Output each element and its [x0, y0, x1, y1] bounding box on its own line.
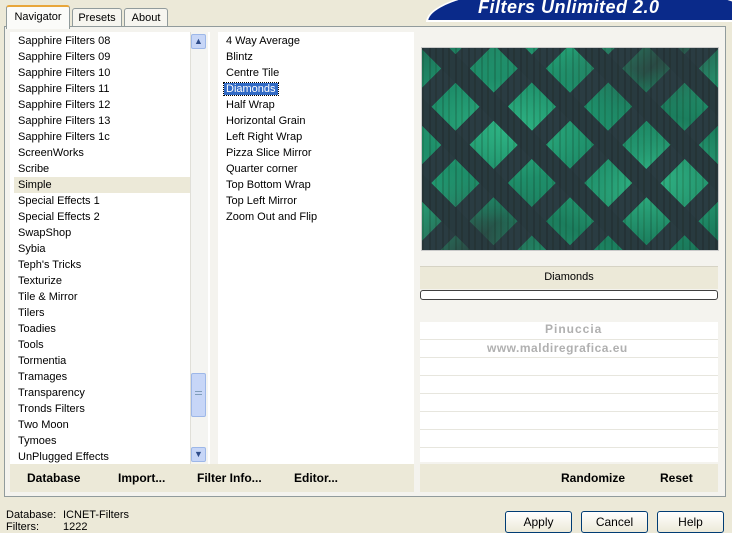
category-item[interactable]: Tormentia [14, 353, 192, 369]
tab-presets[interactable]: Presets [72, 8, 122, 27]
category-item[interactable]: UnPlugged Effects [14, 449, 192, 464]
filter-item[interactable]: Pizza Slice Mirror [222, 145, 414, 161]
category-item[interactable]: Sybia [14, 241, 192, 257]
progress-bar [420, 290, 718, 300]
database-status-value: ICNET-Filters [63, 509, 129, 521]
category-item[interactable]: Special Effects 2 [14, 209, 192, 225]
filter-item-label: Top Bottom Wrap [226, 179, 311, 191]
preview-image [421, 47, 719, 251]
category-item[interactable]: Simple [14, 177, 192, 193]
filter-item[interactable]: Horizontal Grain [222, 113, 414, 129]
scrollbar-thumb[interactable] [191, 373, 206, 417]
randomize-button[interactable]: Randomize [561, 471, 625, 485]
tab-navigator[interactable]: Navigator [6, 5, 70, 29]
category-item[interactable]: SwapShop [14, 225, 192, 241]
filter-item-label: Blintz [226, 51, 253, 63]
filter-item-label: Left Right Wrap [226, 131, 303, 143]
category-item[interactable]: Transparency [14, 385, 192, 401]
cancel-button[interactable]: Cancel [581, 511, 648, 533]
database-status-label: Database: [6, 509, 57, 521]
filter-item[interactable]: Quarter corner [222, 161, 414, 177]
chevron-up-icon[interactable]: ▲ [191, 34, 206, 49]
filter-list[interactable]: 4 Way Average Blintz Centre Tile Diamonds Ha… [218, 32, 414, 464]
category-item[interactable]: Two Moon [14, 417, 192, 433]
apply-button[interactable]: Apply [505, 511, 572, 533]
category-item[interactable]: Sapphire Filters 10 [14, 65, 192, 81]
reset-button[interactable]: Reset [660, 471, 693, 485]
category-item[interactable]: Tronds Filters [14, 401, 192, 417]
filter-item-label: Top Left Mirror [226, 195, 297, 207]
filter-item-label: Horizontal Grain [226, 115, 306, 127]
filter-item-label: Pizza Slice Mirror [226, 147, 312, 159]
filter-info-button[interactable]: Filter Info... [197, 471, 262, 485]
import-button[interactable]: Import... [118, 471, 165, 485]
filter-item-label: Diamonds [223, 82, 279, 96]
category-item[interactable]: Sapphire Filters 11 [14, 81, 192, 97]
grip-icon [195, 391, 202, 395]
filter-item[interactable]: Blintz [222, 49, 414, 65]
filter-name-label: Diamonds [544, 271, 594, 283]
filter-item-label: Quarter corner [226, 163, 298, 175]
filter-item[interactable]: Top Left Mirror [222, 193, 414, 209]
filter-item-label: Zoom Out and Flip [226, 211, 318, 223]
chevron-down-icon[interactable]: ▼ [191, 447, 206, 462]
editor-button[interactable]: Editor... [294, 471, 338, 485]
filter-item[interactable]: Left Right Wrap [222, 129, 414, 145]
filter-item[interactable]: Diamonds [222, 81, 414, 97]
category-item[interactable]: Sapphire Filters 13 [14, 113, 192, 129]
filter-item-label: Centre Tile [226, 67, 280, 79]
category-item[interactable]: Sapphire Filters 12 [14, 97, 192, 113]
category-item[interactable]: Tymoes [14, 433, 192, 449]
category-item[interactable]: Teph's Tricks [14, 257, 192, 273]
category-item[interactable]: Tile & Mirror [14, 289, 192, 305]
category-item[interactable]: Toadies [14, 321, 192, 337]
filter-item-label: Half Wrap [226, 99, 275, 111]
category-item[interactable]: ScreenWorks [14, 145, 192, 161]
database-button[interactable]: Database [27, 471, 80, 485]
filter-item[interactable]: Half Wrap [222, 97, 414, 113]
category-item[interactable]: Sapphire Filters 1c [14, 129, 192, 145]
category-item[interactable]: Tools [14, 337, 192, 353]
category-item[interactable]: Scribe [14, 161, 192, 177]
tab-about[interactable]: About [124, 8, 168, 27]
watermark-line2: www.maldiregrafica.eu [487, 341, 628, 355]
filters-count-label: Filters: [6, 521, 39, 533]
filter-item[interactable]: Zoom Out and Flip [222, 209, 414, 225]
category-item[interactable]: Tramages [14, 369, 192, 385]
watermark-line1: Pinuccia [545, 322, 603, 336]
filter-item[interactable]: Centre Tile [222, 65, 414, 81]
category-item[interactable]: Texturize [14, 273, 192, 289]
category-list[interactable]: Sapphire Filters 08 Sapphire Filters 09 Sa… [10, 32, 210, 464]
category-item[interactable]: Tilers [14, 305, 192, 321]
app-title: Filters Unlimited 2.0 [478, 0, 660, 17]
category-item[interactable]: Special Effects 1 [14, 193, 192, 209]
help-button[interactable]: Help [657, 511, 724, 533]
filter-item[interactable]: 4 Way Average [222, 33, 414, 49]
filters-count-value: 1222 [63, 521, 88, 533]
filter-item[interactable]: Top Bottom Wrap [222, 177, 414, 193]
category-item[interactable]: Sapphire Filters 09 [14, 49, 192, 65]
filter-item-label: 4 Way Average [226, 35, 300, 47]
category-item[interactable]: Sapphire Filters 08 [14, 33, 192, 49]
